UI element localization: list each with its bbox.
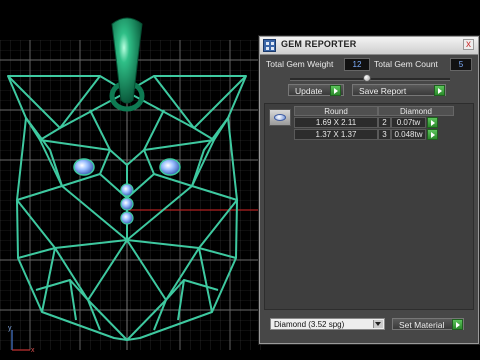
app-logo-icon [263, 39, 276, 52]
go-arrow-icon[interactable] [452, 319, 463, 330]
column-header-shape: Round [294, 106, 378, 116]
go-arrow-icon[interactable] [330, 85, 341, 96]
row-size: 1.69 X 2.11 [294, 117, 378, 128]
beak-gems[interactable] [120, 183, 134, 225]
panel-titlebar[interactable]: GEM REPORTER x [260, 37, 478, 55]
row-count: 2 [378, 117, 391, 128]
total-count-value: 5 [450, 58, 472, 71]
row-size: 1.37 X 1.37 [294, 129, 378, 140]
axis-x-label: x [31, 347, 35, 354]
save-report-button-label: Save Report [359, 86, 407, 96]
row-weight: 0.07tw [391, 117, 426, 128]
row-weight: 0.048tw [391, 129, 426, 140]
material-bar: Diamond (3.52 spg) Set Material [264, 317, 474, 339]
report-slider-handle[interactable] [363, 74, 371, 82]
row-count: 3 [378, 129, 391, 140]
set-material-button-label: Set Material [399, 320, 445, 330]
beak-gem-3[interactable] [120, 211, 134, 225]
panel-title: GEM REPORTER [281, 39, 357, 49]
close-icon[interactable]: x [463, 39, 474, 50]
dropdown-arrow-icon[interactable] [373, 320, 383, 328]
total-weight-label: Total Gem Weight [266, 59, 334, 69]
save-report-button[interactable]: Save Report [352, 84, 446, 96]
beak-gem-2[interactable] [120, 197, 134, 211]
material-select-value: Diamond (3.52 spg) [274, 320, 345, 329]
go-arrow-icon[interactable] [427, 117, 438, 128]
go-arrow-icon[interactable] [427, 129, 438, 140]
total-weight-value: 12 [344, 58, 370, 71]
gem-reporter-panel: GEM REPORTER x Total Gem Weight 12 Total… [259, 36, 479, 344]
beak-gem-1[interactable] [120, 183, 134, 197]
gem-thumbnail-icon[interactable] [269, 109, 291, 126]
total-count-label: Total Gem Count [374, 59, 438, 69]
gem-list: Round Diamond 1.69 X 2.11 2 0.07tw 1.37 … [264, 103, 474, 310]
go-arrow-icon[interactable] [434, 85, 445, 96]
update-button-label: Update [295, 86, 323, 96]
material-select[interactable]: Diamond (3.52 spg) [270, 318, 385, 330]
right-eye-gem[interactable] [159, 158, 181, 176]
axis-y-label: y [8, 325, 12, 332]
left-eye-gem[interactable] [73, 158, 95, 176]
column-header-material: Diamond [378, 106, 454, 116]
